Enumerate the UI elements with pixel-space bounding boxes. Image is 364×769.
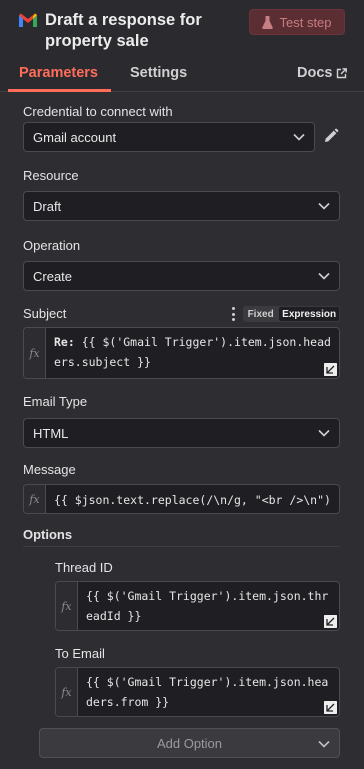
credential-select[interactable]: Gmail account (23, 122, 315, 152)
subject-expression-input[interactable]: fx Re: {{ $('Gmail Trigger').item.json.h… (23, 327, 340, 379)
resize-handle-icon[interactable] (324, 363, 337, 376)
thread-id-label: Thread ID (55, 560, 113, 575)
resource-label: Resource (23, 168, 79, 183)
email-type-value: HTML (33, 425, 69, 441)
fx-icon: fx (56, 668, 78, 716)
options-divider (23, 546, 340, 547)
fx-icon: fx (56, 582, 78, 630)
subject-prefix: Re: (54, 335, 82, 349)
fx-icon: fx (24, 328, 46, 378)
options-label: Options (23, 527, 73, 542)
operation-select[interactable]: Create (23, 261, 340, 291)
resource-select[interactable]: Draft (23, 191, 340, 221)
add-option-label: Add Option (156, 735, 223, 751)
to-email-expression[interactable]: {{ $('Gmail Trigger').item.json.headers.… (86, 672, 333, 712)
to-email-expression-input[interactable]: fx {{ $('Gmail Trigger').item.json.heade… (55, 667, 340, 717)
test-step-button[interactable]: Test step (249, 9, 345, 35)
message-expression[interactable]: {{ $json.text.replace(/\n/g, "<br />\n")… (54, 490, 333, 510)
credential-value: Gmail account (33, 129, 117, 145)
chevron-down-icon (318, 740, 330, 748)
thread-id-expression[interactable]: {{ $('Gmail Trigger').item.json.threadId… (86, 586, 333, 626)
node-header: Draft a response for property sale Test … (0, 0, 364, 92)
credential-label: Credential to connect with (23, 104, 173, 119)
pencil-icon[interactable] (323, 128, 339, 144)
kebab-menu-icon[interactable] (231, 307, 235, 321)
email-type-select[interactable]: HTML (23, 418, 340, 448)
tab-bar: Parameters Settings Docs (0, 58, 364, 92)
subject-expression-text[interactable]: Re: {{ $('Gmail Trigger').item.json.head… (54, 332, 333, 372)
subject-label: Subject (23, 306, 67, 321)
toggle-expression[interactable]: Expression (279, 307, 339, 321)
email-type-label: Email Type (23, 394, 88, 409)
resource-value: Draft (33, 198, 62, 214)
chevron-down-icon (318, 202, 330, 210)
chevron-down-icon (318, 272, 330, 280)
message-expression-input[interactable]: fx {{ $json.text.replace(/\n/g, "<br />\… (23, 484, 340, 514)
toggle-fixed[interactable]: Fixed (243, 306, 278, 322)
gmail-logo-icon (19, 13, 37, 27)
docs-label: Docs (297, 65, 333, 81)
subject-expression: {{ $('Gmail Trigger').item.json.headers.… (54, 335, 331, 369)
message-label: Message (23, 462, 76, 477)
fx-icon: fx (24, 485, 46, 513)
node-title[interactable]: Draft a response for property sale (45, 10, 245, 52)
operation-label: Operation (23, 238, 81, 253)
fixed-expression-toggle[interactable]: Fixed Expression (243, 306, 340, 322)
chevron-down-icon (318, 429, 330, 437)
operation-value: Create (33, 268, 73, 284)
resize-handle-icon[interactable] (324, 701, 337, 714)
resize-handle-icon[interactable] (324, 615, 337, 628)
tab-docs[interactable]: Docs (297, 65, 348, 81)
tab-parameters[interactable]: Parameters (19, 65, 98, 81)
thread-id-expression-input[interactable]: fx {{ $('Gmail Trigger').item.json.threa… (55, 581, 340, 631)
to-email-label: To Email (55, 646, 105, 661)
parameters-panel: Credential to connect with Gmail account… (0, 92, 364, 769)
tab-settings[interactable]: Settings (130, 65, 187, 81)
external-link-icon (337, 67, 348, 78)
flask-icon (262, 15, 274, 29)
add-option-button[interactable]: Add Option (39, 728, 340, 758)
test-step-label: Test step (279, 14, 332, 30)
chevron-down-icon (293, 133, 305, 141)
